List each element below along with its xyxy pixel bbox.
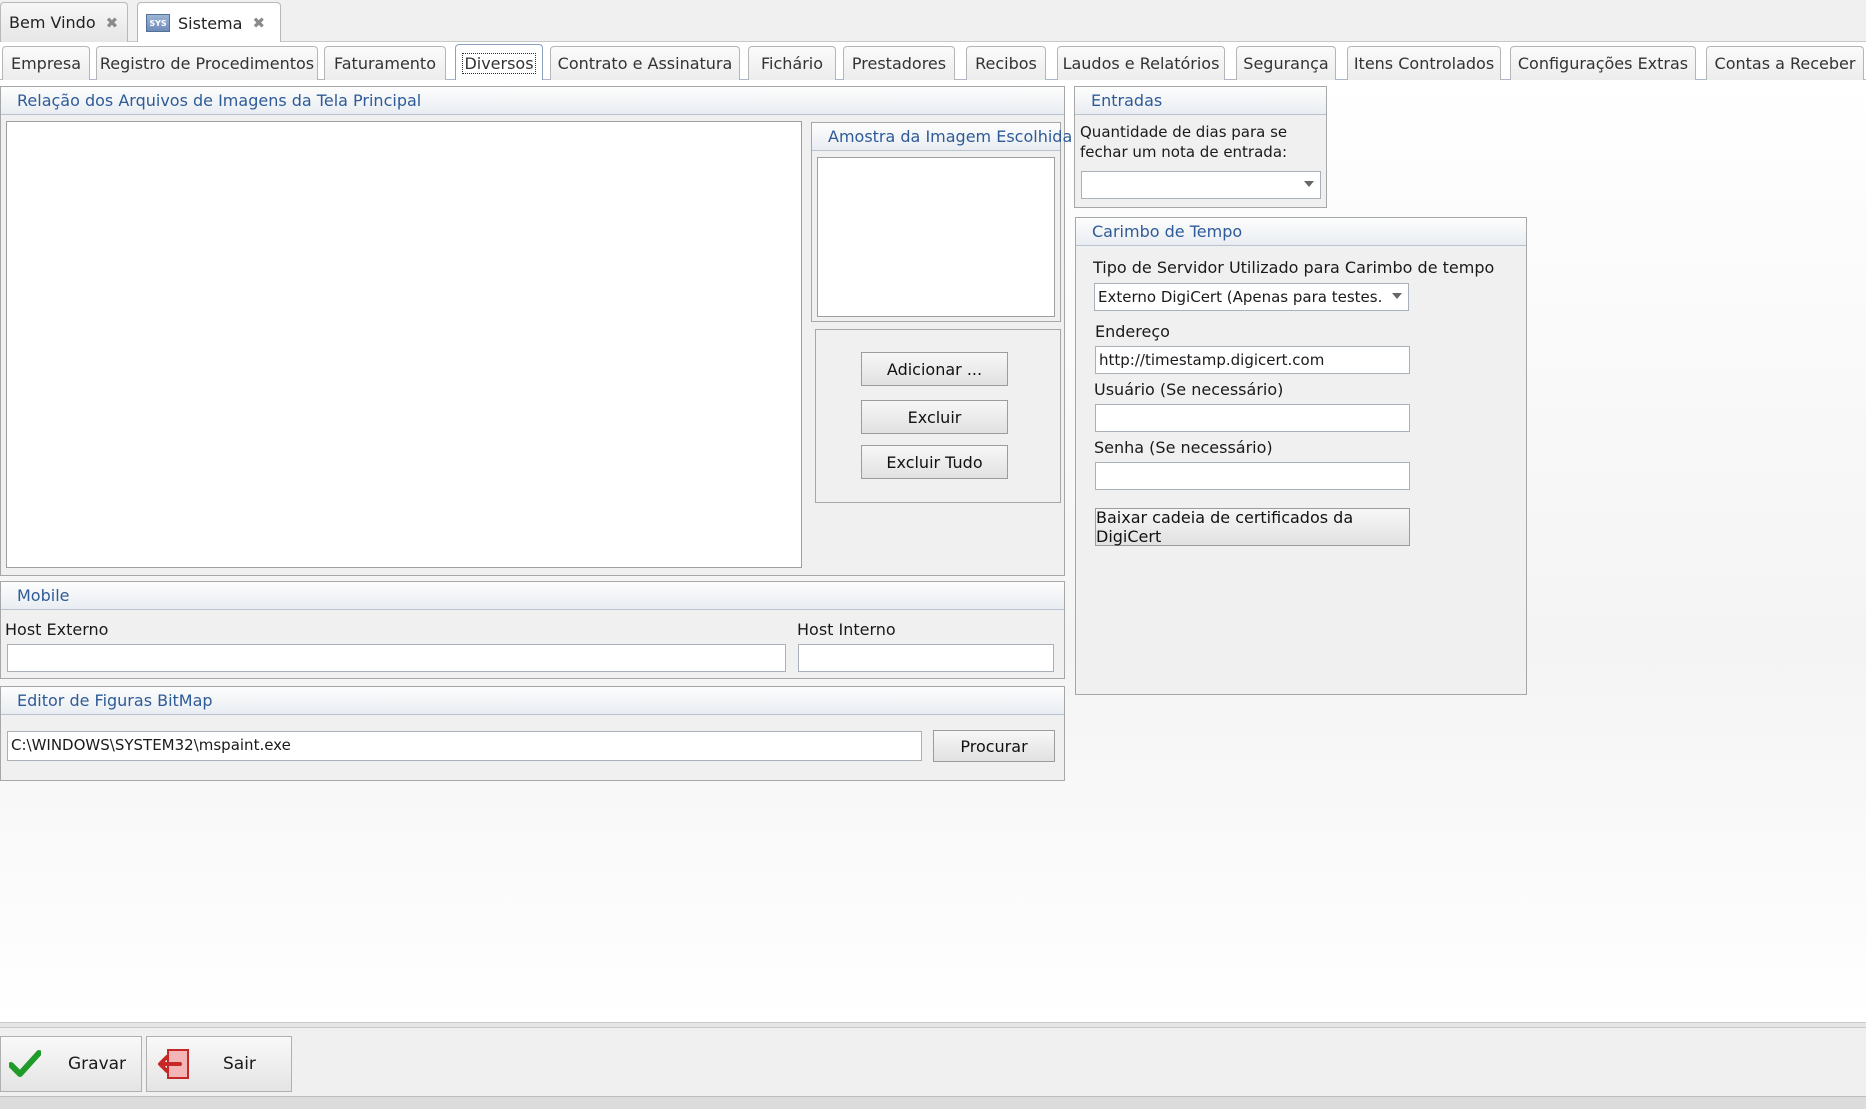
- tab-registro-de-procedimentos[interactable]: Registro de Procedimentos: [96, 46, 318, 80]
- exit-button[interactable]: Sair: [146, 1036, 292, 1092]
- tab-label: Itens Controlados: [1353, 54, 1495, 73]
- images-group: Relação dos Arquivos de Imagens da Tela …: [0, 86, 1072, 576]
- user-label: Usuário (Se necessário): [1094, 380, 1284, 399]
- document-tab-bar: Bem Vindo ✖ SYS Sistema ✖: [0, 0, 1866, 43]
- tab-label: Registro de Procedimentos: [99, 54, 315, 73]
- server-type-label: Tipo de Servidor Utilizado para Carimbo …: [1093, 258, 1495, 277]
- password-input[interactable]: [1095, 462, 1410, 490]
- browse-button[interactable]: Procurar: [933, 730, 1055, 762]
- bitmap-editor-path-input[interactable]: C:\WINDOWS\SYSTEM32\mspaint.exe: [7, 731, 922, 761]
- host-interno-label: Host Interno: [797, 620, 896, 639]
- tab-diversos[interactable]: Diversos: [455, 44, 543, 81]
- image-file-list[interactable]: [6, 121, 802, 568]
- tab-label: Configurações Extras: [1517, 54, 1689, 73]
- tab-prestadores[interactable]: Prestadores: [843, 46, 955, 80]
- bitmap-editor-group: Editor de Figuras BitMap C:\WINDOWS\SYST…: [0, 686, 1065, 781]
- mobile-group: Mobile Host Externo Host Interno: [0, 581, 1065, 679]
- tab-recibos[interactable]: Recibos: [966, 46, 1046, 80]
- checkmark-icon: [7, 1046, 43, 1082]
- image-preview-group: Amostra da Imagem Escolhida: [811, 122, 1072, 322]
- chevron-down-icon: [1304, 181, 1314, 187]
- tab-label: Empresa: [10, 54, 82, 73]
- doc-tab-label: Sistema: [178, 13, 243, 33]
- tab-itens-controlados[interactable]: Itens Controlados: [1347, 46, 1501, 80]
- download-certificates-button[interactable]: Baixar cadeia de certificados da DigiCer…: [1095, 508, 1410, 546]
- address-label: Endereço: [1095, 322, 1170, 341]
- doc-tab-bem-vindo[interactable]: Bem Vindo ✖: [0, 2, 128, 42]
- system-icon: SYS: [146, 14, 170, 32]
- close-icon[interactable]: ✖: [252, 14, 265, 32]
- tab-label: Diversos: [462, 52, 536, 74]
- tab-empresa[interactable]: Empresa: [2, 46, 90, 80]
- tab-faturamento[interactable]: Faturamento: [324, 46, 446, 80]
- page-tab-bar: Empresa Registro de Procedimentos Fatura…: [0, 42, 1866, 81]
- status-bar: [0, 1096, 1866, 1109]
- user-input[interactable]: [1095, 404, 1410, 432]
- save-button-label: Gravar: [68, 1054, 127, 1074]
- exit-door-icon: [157, 1046, 193, 1082]
- closing-days-select[interactable]: [1081, 171, 1321, 199]
- host-interno-input[interactable]: [798, 644, 1054, 672]
- tab-configuracoes-extras[interactable]: Configurações Extras: [1510, 46, 1696, 80]
- delete-image-button[interactable]: Excluir: [861, 400, 1008, 434]
- image-actions-panel: Adicionar ... Excluir Excluir Tudo: [815, 329, 1061, 503]
- image-preview-title: Amostra da Imagem Escolhida: [812, 123, 1072, 151]
- timestamp-group: Carimbo de Tempo Tipo de Servidor Utiliz…: [1075, 217, 1527, 695]
- closing-days-label-line2: fechar um nota de entrada:: [1080, 143, 1288, 161]
- server-type-value: Externo DigiCert (Apenas para testes.: [1098, 288, 1383, 306]
- chevron-down-icon: [1392, 293, 1402, 299]
- tab-label: Laudos e Relatórios: [1062, 54, 1220, 73]
- doc-tab-sistema[interactable]: SYS Sistema ✖: [137, 2, 281, 43]
- host-externo-label: Host Externo: [5, 620, 109, 639]
- exit-button-label: Sair: [223, 1054, 256, 1074]
- tab-label: Prestadores: [851, 54, 947, 73]
- password-label: Senha (Se necessário): [1094, 438, 1273, 457]
- doc-tab-label: Bem Vindo: [9, 13, 96, 32]
- delete-all-images-button[interactable]: Excluir Tudo: [861, 445, 1008, 479]
- address-input[interactable]: http://timestamp.digicert.com: [1095, 346, 1410, 374]
- footer-toolbar: Gravar Sair: [0, 1028, 1866, 1096]
- close-icon[interactable]: ✖: [106, 14, 119, 32]
- mobile-group-title: Mobile: [1, 582, 1064, 610]
- tab-label: Fichário: [760, 54, 824, 73]
- tab-label: Contas a Receber: [1714, 54, 1856, 73]
- tab-fichario[interactable]: Fichário: [748, 46, 836, 80]
- bitmap-editor-title: Editor de Figuras BitMap: [1, 687, 1064, 715]
- server-type-select[interactable]: Externo DigiCert (Apenas para testes.: [1094, 283, 1409, 311]
- tab-label: Contrato e Assinatura: [557, 54, 733, 73]
- tab-label: Segurança: [1243, 54, 1329, 73]
- tab-label: Recibos: [975, 54, 1037, 73]
- host-externo-input[interactable]: [7, 644, 786, 672]
- timestamp-group-title: Carimbo de Tempo: [1076, 218, 1526, 246]
- tab-contrato-e-assinatura[interactable]: Contrato e Assinatura: [550, 46, 740, 80]
- entradas-group: Entradas Quantidade de dias para se fech…: [1074, 86, 1327, 208]
- tab-label: Faturamento: [334, 54, 436, 73]
- tab-laudos-e-relatorios[interactable]: Laudos e Relatórios: [1057, 46, 1225, 80]
- images-group-title: Relação dos Arquivos de Imagens da Tela …: [1, 87, 1064, 115]
- closing-days-label-line1: Quantidade de dias para se: [1080, 123, 1288, 141]
- entradas-group-title: Entradas: [1075, 87, 1326, 115]
- save-button[interactable]: Gravar: [0, 1036, 142, 1092]
- add-image-button[interactable]: Adicionar ...: [861, 352, 1008, 386]
- image-preview: [817, 157, 1055, 317]
- tab-seguranca[interactable]: Segurança: [1236, 46, 1336, 80]
- tab-contas-a-receber[interactable]: Contas a Receber: [1706, 46, 1864, 80]
